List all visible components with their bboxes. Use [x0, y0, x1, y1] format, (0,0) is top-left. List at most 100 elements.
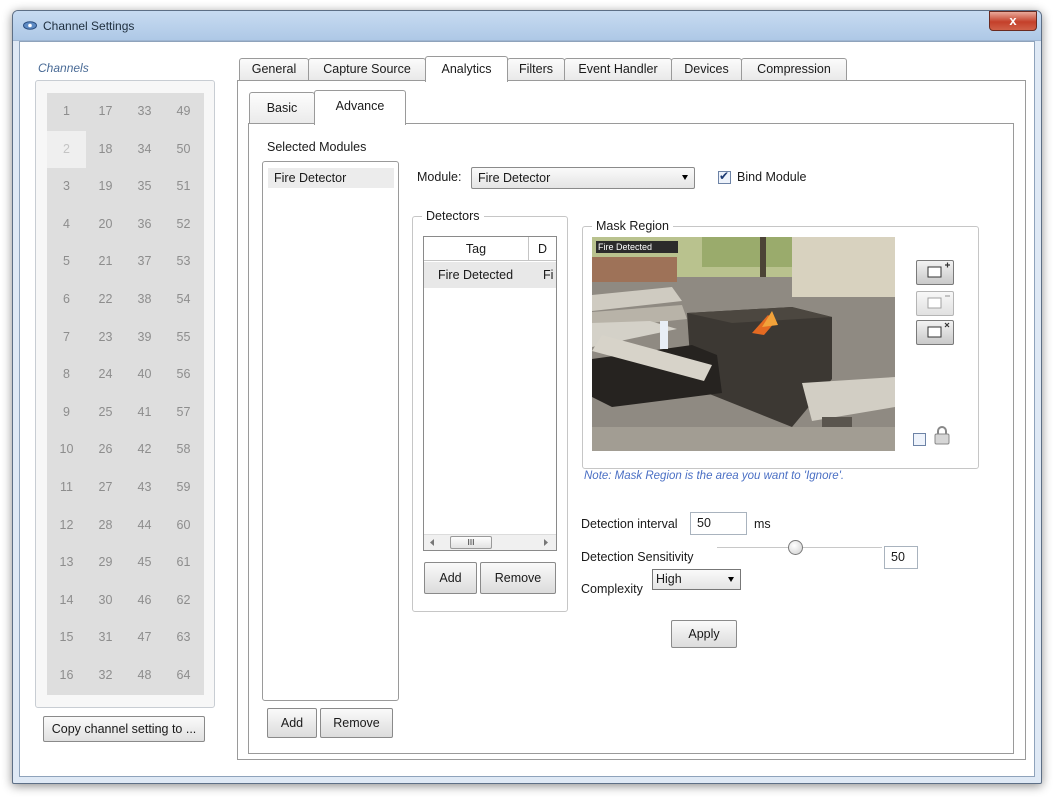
channel-cell-6[interactable]: 6	[47, 281, 86, 318]
channel-cell-52[interactable]: 52	[164, 206, 203, 243]
channel-cell-53[interactable]: 53	[164, 243, 203, 280]
channel-cell-46[interactable]: 46	[125, 582, 164, 619]
channel-cell-45[interactable]: 45	[125, 544, 164, 581]
remove-mask-button[interactable]	[916, 291, 954, 316]
close-button[interactable]: x	[989, 11, 1037, 31]
complexity-dropdown[interactable]: High	[652, 569, 741, 590]
detectors-table[interactable]: Tag D Fire Detected Fi III	[423, 236, 557, 551]
list-item[interactable]: Fire Detector	[268, 168, 394, 188]
channel-cell-33[interactable]: 33	[125, 93, 164, 130]
scroll-right-icon[interactable]	[544, 539, 549, 546]
channel-cell-44[interactable]: 44	[125, 507, 164, 544]
channel-cell-16[interactable]: 16	[47, 657, 86, 694]
tab-compression[interactable]: Compression	[741, 58, 847, 81]
channel-cell-18[interactable]: 18	[86, 131, 125, 168]
channel-cell-23[interactable]: 23	[86, 319, 125, 356]
channel-cell-4[interactable]: 4	[47, 206, 86, 243]
channel-cell-56[interactable]: 56	[164, 356, 203, 393]
channel-cell-60[interactable]: 60	[164, 507, 203, 544]
channel-cell-57[interactable]: 57	[164, 394, 203, 431]
channel-cell-10[interactable]: 10	[47, 431, 86, 468]
sensitivity-slider-thumb[interactable]	[788, 540, 803, 555]
channel-cell-24[interactable]: 24	[86, 356, 125, 393]
channel-cell-40[interactable]: 40	[125, 356, 164, 393]
channel-cell-12[interactable]: 12	[47, 507, 86, 544]
channel-cell-5[interactable]: 5	[47, 243, 86, 280]
channel-cell-41[interactable]: 41	[125, 394, 164, 431]
channel-cell-59[interactable]: 59	[164, 469, 203, 506]
tab-event-handler[interactable]: Event Handler	[564, 58, 672, 81]
tab-devices[interactable]: Devices	[671, 58, 742, 81]
channel-cell-11[interactable]: 11	[47, 469, 86, 506]
lock-mask-checkbox[interactable]	[913, 433, 926, 446]
clear-mask-button[interactable]	[916, 320, 954, 345]
tab-general[interactable]: General	[239, 58, 309, 81]
channel-cell-63[interactable]: 63	[164, 619, 203, 656]
channel-cell-36[interactable]: 36	[125, 206, 164, 243]
channel-cell-15[interactable]: 15	[47, 619, 86, 656]
column-header-tag[interactable]: Tag	[424, 237, 529, 261]
scroll-left-icon[interactable]	[430, 539, 435, 546]
channel-cell-19[interactable]: 19	[86, 168, 125, 205]
module-dropdown[interactable]: Fire Detector	[471, 167, 695, 189]
channel-cell-64[interactable]: 64	[164, 657, 203, 694]
channel-cell-7[interactable]: 7	[47, 319, 86, 356]
channel-cell-42[interactable]: 42	[125, 431, 164, 468]
scroll-thumb[interactable]: III	[450, 536, 492, 549]
apply-button[interactable]: Apply	[671, 620, 737, 648]
channel-cell-29[interactable]: 29	[86, 544, 125, 581]
channel-cell-30[interactable]: 30	[86, 582, 125, 619]
channel-cell-14[interactable]: 14	[47, 582, 86, 619]
channel-cell-9[interactable]: 9	[47, 394, 86, 431]
subtab-basic[interactable]: Basic	[249, 92, 315, 124]
channel-cell-50[interactable]: 50	[164, 131, 203, 168]
channel-cell-51[interactable]: 51	[164, 168, 203, 205]
channel-cell-34[interactable]: 34	[125, 131, 164, 168]
channel-cell-32[interactable]: 32	[86, 657, 125, 694]
detection-interval-input[interactable]: 50	[690, 512, 747, 535]
channel-cell-43[interactable]: 43	[125, 469, 164, 506]
channel-cell-27[interactable]: 27	[86, 469, 125, 506]
tab-analytics[interactable]: Analytics	[425, 56, 508, 82]
tab-filters[interactable]: Filters	[507, 58, 565, 81]
channel-cell-62[interactable]: 62	[164, 582, 203, 619]
channel-cell-26[interactable]: 26	[86, 431, 125, 468]
channel-cell-49[interactable]: 49	[164, 93, 203, 130]
channel-cell-2[interactable]: 2	[47, 130, 86, 168]
channel-cell-22[interactable]: 22	[86, 281, 125, 318]
channel-cell-58[interactable]: 58	[164, 431, 203, 468]
title-bar[interactable]: Channel Settings x	[13, 11, 1041, 41]
bind-module-checkbox[interactable]	[718, 169, 731, 184]
subtab-advance[interactable]: Advance	[314, 90, 406, 125]
channel-cell-31[interactable]: 31	[86, 619, 125, 656]
channel-cell-21[interactable]: 21	[86, 243, 125, 280]
channel-cell-37[interactable]: 37	[125, 243, 164, 280]
table-row[interactable]: Fire Detected Fi	[424, 262, 556, 288]
remove-module-button[interactable]: Remove	[320, 708, 393, 738]
add-detector-button[interactable]: Add	[424, 562, 477, 594]
channel-cell-25[interactable]: 25	[86, 394, 125, 431]
channel-cell-20[interactable]: 20	[86, 206, 125, 243]
channel-cell-28[interactable]: 28	[86, 507, 125, 544]
channel-cell-35[interactable]: 35	[125, 168, 164, 205]
channel-cell-47[interactable]: 47	[125, 619, 164, 656]
remove-detector-button[interactable]: Remove	[480, 562, 556, 594]
channel-cell-13[interactable]: 13	[47, 544, 86, 581]
add-module-button[interactable]: Add	[267, 708, 317, 738]
channel-cell-38[interactable]: 38	[125, 281, 164, 318]
channel-cell-17[interactable]: 17	[86, 93, 125, 130]
channel-cell-61[interactable]: 61	[164, 544, 203, 581]
camera-preview[interactable]: Fire Detected	[592, 237, 895, 451]
add-mask-button[interactable]	[916, 260, 954, 285]
horizontal-scrollbar[interactable]: III	[424, 534, 556, 550]
channel-cell-48[interactable]: 48	[125, 657, 164, 694]
channel-cell-3[interactable]: 3	[47, 168, 86, 205]
column-header-d[interactable]: D	[529, 237, 556, 261]
channel-cell-54[interactable]: 54	[164, 281, 203, 318]
tab-capture-source[interactable]: Capture Source	[308, 58, 426, 81]
copy-channel-setting-button[interactable]: Copy channel setting to ...	[43, 716, 205, 742]
channel-cell-55[interactable]: 55	[164, 319, 203, 356]
channel-cell-8[interactable]: 8	[47, 356, 86, 393]
channel-cell-1[interactable]: 1	[47, 93, 86, 130]
detection-sensitivity-input[interactable]: 50	[884, 546, 918, 569]
